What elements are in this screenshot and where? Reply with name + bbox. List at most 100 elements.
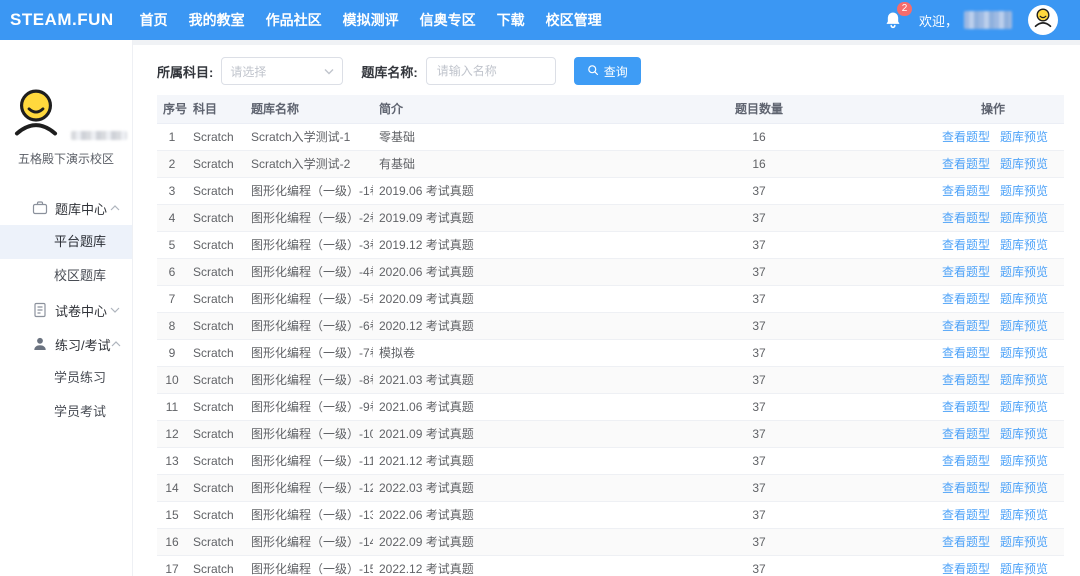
description-cell: 有基础 — [373, 150, 706, 177]
subject-cell: Scratch — [187, 150, 245, 177]
row-index-cell: 14 — [157, 474, 187, 501]
nav-item-my-classroom[interactable]: 我的教室 — [189, 10, 245, 30]
view-question-types-link[interactable]: 查看题型 — [942, 481, 990, 495]
row-index-cell: 1 — [157, 123, 187, 150]
question-count-cell: 37 — [706, 258, 936, 285]
user-icon — [32, 336, 48, 352]
view-question-types-link[interactable]: 查看题型 — [942, 535, 990, 549]
bank-preview-link[interactable]: 题库预览 — [1000, 157, 1048, 171]
sidebar-subitem-student-practice[interactable]: 学员练习 — [0, 361, 132, 395]
bank-preview-link[interactable]: 题库预览 — [1000, 319, 1048, 333]
subject-cell: Scratch — [187, 123, 245, 150]
navbar-right: 2 欢迎， — [883, 5, 1058, 35]
description-cell: 2020.12 考试真题 — [373, 312, 706, 339]
chevron-down-icon — [324, 62, 334, 80]
table-row: 2ScratchScratch入学测试-2有基础16查看题型题库预览 — [157, 150, 1064, 177]
sidebar-item-practice-exam[interactable]: 练习/考试 — [0, 327, 132, 361]
bank-preview-link[interactable]: 题库预览 — [1000, 454, 1048, 468]
welcome-label: 欢迎， — [919, 11, 958, 30]
column-header-0: 序号 — [157, 95, 187, 123]
nav-item-home[interactable]: 首页 — [140, 10, 168, 30]
sidebar-item-question-bank-center[interactable]: 题库中心 — [0, 191, 132, 225]
view-question-types-link[interactable]: 查看题型 — [942, 130, 990, 144]
view-question-types-link[interactable]: 查看题型 — [942, 265, 990, 279]
view-question-types-link[interactable]: 查看题型 — [942, 346, 990, 360]
nav-item-informatics-zone[interactable]: 信奥专区 — [420, 10, 476, 30]
table-row: 13Scratch图形化编程（一级）-11卷2021.12 考试真题37查看题型… — [157, 447, 1064, 474]
question-count-cell: 37 — [706, 528, 936, 555]
view-question-types-link[interactable]: 查看题型 — [942, 211, 990, 225]
question-count-cell: 37 — [706, 312, 936, 339]
search-button-label: 查询 — [604, 63, 628, 80]
bank-preview-link[interactable]: 题库预览 — [1000, 346, 1048, 360]
sidebar-subitem-student-exam[interactable]: 学员考试 — [0, 395, 132, 429]
view-question-types-link[interactable]: 查看题型 — [942, 373, 990, 387]
view-question-types-link[interactable]: 查看题型 — [942, 427, 990, 441]
bank-preview-link[interactable]: 题库预览 — [1000, 292, 1048, 306]
bank-name-cell: 图形化编程（一级）-12卷 — [245, 474, 373, 501]
table-row: 3Scratch图形化编程（一级）-1卷2019.06 考试真题37查看题型题库… — [157, 177, 1064, 204]
notifications-button[interactable]: 2 — [883, 9, 903, 31]
nav-item-download[interactable]: 下载 — [497, 10, 525, 30]
view-question-types-link[interactable]: 查看题型 — [942, 292, 990, 306]
description-cell: 2019.06 考试真题 — [373, 177, 706, 204]
subject-cell: Scratch — [187, 501, 245, 528]
actions-cell: 查看题型题库预览 — [936, 528, 1064, 555]
bank-preview-link[interactable]: 题库预览 — [1000, 400, 1048, 414]
bank-preview-link[interactable]: 题库预览 — [1000, 562, 1048, 576]
view-question-types-link[interactable]: 查看题型 — [942, 454, 990, 468]
row-index-cell: 17 — [157, 555, 187, 576]
actions-cell: 查看题型题库预览 — [936, 420, 1064, 447]
sidebar-subitem-platform-bank[interactable]: 平台题库 — [0, 225, 132, 259]
actions-cell: 查看题型题库预览 — [936, 258, 1064, 285]
description-cell: 零基础 — [373, 123, 706, 150]
view-question-types-link[interactable]: 查看题型 — [942, 238, 990, 252]
bank-name-cell: 图形化编程（一级）-6卷 — [245, 312, 373, 339]
description-cell: 2021.12 考试真题 — [373, 447, 706, 474]
bank-preview-link[interactable]: 题库预览 — [1000, 130, 1048, 144]
actions-cell: 查看题型题库预览 — [936, 501, 1064, 528]
question-count-cell: 37 — [706, 420, 936, 447]
actions-cell: 查看题型题库预览 — [936, 204, 1064, 231]
table-row: 17Scratch图形化编程（一级）-15卷2022.12 考试真题37查看题型… — [157, 555, 1064, 576]
bank-preview-link[interactable]: 题库预览 — [1000, 481, 1048, 495]
bank-preview-link[interactable]: 题库预览 — [1000, 508, 1048, 522]
view-question-types-link[interactable]: 查看题型 — [942, 508, 990, 522]
nav-item-works-community[interactable]: 作品社区 — [266, 10, 322, 30]
sidebar-item-label: 练习/考试 — [55, 335, 111, 354]
sidebar-item-exam-paper-center[interactable]: 试卷中心 — [0, 293, 132, 327]
user-avatar[interactable] — [1028, 5, 1058, 35]
table-row: 16Scratch图形化编程（一级）-14卷2022.09 考试真题37查看题型… — [157, 528, 1064, 555]
search-button[interactable]: 查询 — [574, 57, 641, 85]
name-filter-input[interactable] — [426, 57, 556, 85]
view-question-types-link[interactable]: 查看题型 — [942, 157, 990, 171]
view-question-types-link[interactable]: 查看题型 — [942, 184, 990, 198]
subject-cell: Scratch — [187, 447, 245, 474]
question-count-cell: 37 — [706, 204, 936, 231]
nav-item-mock-assessment[interactable]: 模拟测评 — [343, 10, 399, 30]
subject-cell: Scratch — [187, 474, 245, 501]
bank-name-cell: 图形化编程（一级）-3卷 — [245, 231, 373, 258]
view-question-types-link[interactable]: 查看题型 — [942, 319, 990, 333]
nav-item-campus-management[interactable]: 校区管理 — [546, 10, 602, 30]
subject-select[interactable]: 请选择 — [221, 57, 343, 85]
bank-preview-link[interactable]: 题库预览 — [1000, 184, 1048, 198]
subject-cell: Scratch — [187, 366, 245, 393]
brand-logo[interactable]: STEAM.FUN — [10, 10, 114, 30]
view-question-types-link[interactable]: 查看题型 — [942, 400, 990, 414]
bank-preview-link[interactable]: 题库预览 — [1000, 535, 1048, 549]
bank-preview-link[interactable]: 题库预览 — [1000, 265, 1048, 279]
bank-preview-link[interactable]: 题库预览 — [1000, 427, 1048, 441]
sidebar-subitem-campus-bank[interactable]: 校区题库 — [0, 259, 132, 293]
view-question-types-link[interactable]: 查看题型 — [942, 562, 990, 576]
actions-cell: 查看题型题库预览 — [936, 555, 1064, 576]
bank-preview-link[interactable]: 题库预览 — [1000, 211, 1048, 225]
subject-cell: Scratch — [187, 393, 245, 420]
document-icon — [32, 302, 48, 318]
bank-preview-link[interactable]: 题库预览 — [1000, 238, 1048, 252]
row-index-cell: 7 — [157, 285, 187, 312]
bank-name-cell: 图形化编程（一级）-9卷 — [245, 393, 373, 420]
question-count-cell: 37 — [706, 501, 936, 528]
bank-preview-link[interactable]: 题库预览 — [1000, 373, 1048, 387]
description-cell: 2022.09 考试真题 — [373, 528, 706, 555]
